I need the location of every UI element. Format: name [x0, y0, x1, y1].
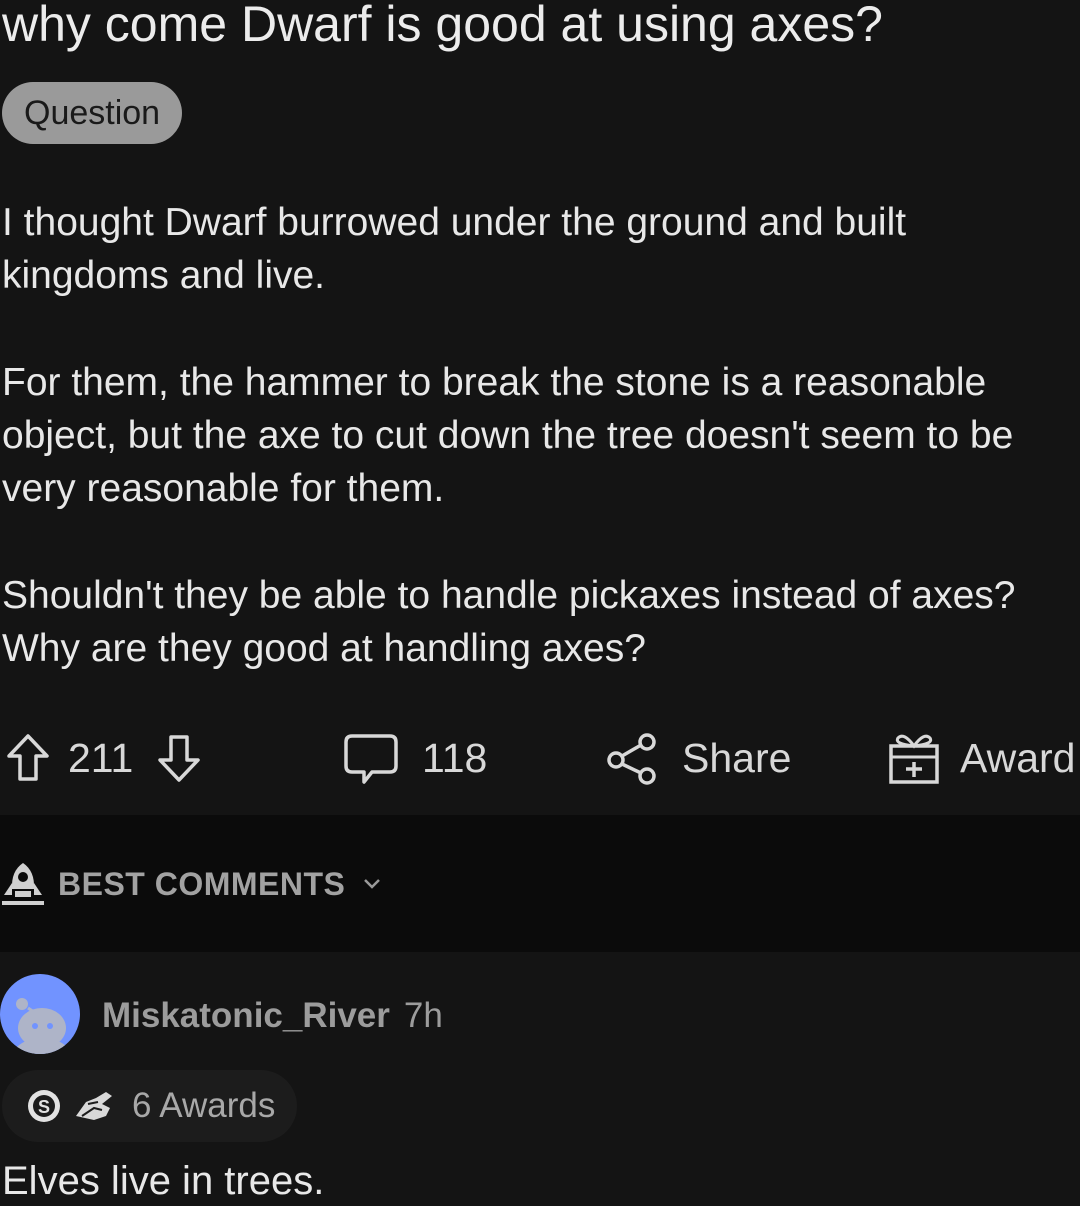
- share-label: Share: [682, 734, 792, 781]
- comment-sort-dropdown[interactable]: BEST COMMENTS: [2, 861, 381, 907]
- comment-count: 118: [422, 734, 488, 781]
- post-paragraph: Shouldn't they be able to handle pickaxe…: [2, 574, 1016, 670]
- post-body: I thought Dwarf burrowed under the groun…: [2, 196, 1062, 729]
- helping-hand-award-icon: [76, 1092, 112, 1120]
- chevron-down-icon: [364, 879, 381, 889]
- comment: Miskatonic_River 7h S 6 Awards Elves liv…: [0, 952, 1080, 1203]
- share-nodes-icon: [607, 733, 656, 785]
- user-avatar[interactable]: [0, 974, 80, 1054]
- post: why come Dwarf is good at using axes? Qu…: [0, 0, 1080, 815]
- gift-icon: [889, 734, 939, 784]
- snoo-avatar-icon: [12, 998, 72, 1054]
- comment-username[interactable]: Miskatonic_River: [102, 996, 390, 1036]
- arrow-up-outline-icon: [7, 734, 49, 781]
- vote-count: 211: [68, 734, 134, 781]
- post-paragraph: For them, the hammer to break the stone …: [2, 361, 1014, 510]
- comment-timestamp: 7h: [403, 996, 443, 1035]
- upvote-button[interactable]: [6, 733, 50, 783]
- arrow-down-outline-icon: [158, 735, 201, 782]
- awards-count: 6 Awards: [132, 1086, 276, 1125]
- comment-awards[interactable]: S 6 Awards: [2, 1070, 298, 1142]
- comment-body: Elves live in trees.: [2, 1159, 325, 1203]
- comments-sort-bar: BEST COMMENTS: [0, 815, 1080, 952]
- downvote-button[interactable]: [157, 733, 201, 783]
- comments-button[interactable]: 118: [342, 725, 487, 791]
- post-paragraph: I thought Dwarf burrowed under the groun…: [2, 201, 907, 297]
- share-button[interactable]: Share: [604, 725, 791, 791]
- vote-group: 211: [6, 725, 201, 791]
- award-button[interactable]: Award: [886, 725, 1075, 791]
- post-flair[interactable]: Question: [2, 82, 183, 144]
- comment-meta: Miskatonic_River 7h: [102, 992, 443, 1040]
- speech-bubble-icon: [344, 734, 398, 784]
- award-label: Award: [960, 734, 1076, 781]
- rocket-icon: [2, 863, 44, 905]
- sort-label: BEST COMMENTS: [58, 865, 346, 902]
- svg-text:S: S: [38, 1097, 50, 1117]
- silver-coin-award-icon: S: [28, 1090, 60, 1122]
- post-action-bar: 211 118 Share Award: [0, 725, 1080, 791]
- post-title: why come Dwarf is good at using axes?: [2, 0, 883, 52]
